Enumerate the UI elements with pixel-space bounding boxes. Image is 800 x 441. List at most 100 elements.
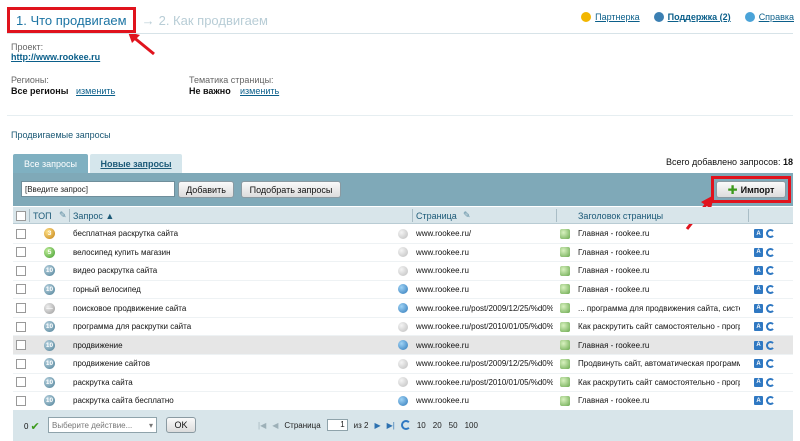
tab-all-queries[interactable]: Все запросы xyxy=(13,154,88,173)
row-checkbox[interactable] xyxy=(16,303,26,314)
project-url-link[interactable]: http://www.rookee.ru xyxy=(11,52,100,62)
checkmark-icon[interactable]: ✔ xyxy=(30,420,39,433)
row-checkbox-cell xyxy=(16,395,26,406)
edit-text-icon[interactable]: A xyxy=(754,377,763,387)
page-number-input[interactable]: 1 xyxy=(326,419,348,431)
row-checkbox[interactable] xyxy=(16,321,26,332)
refresh-icon[interactable] xyxy=(766,303,775,313)
refresh-icon[interactable] xyxy=(766,359,775,369)
partner-link[interactable]: Партнерка xyxy=(581,12,640,22)
table-row[interactable]: 3 бесплатная раскрутка сайта www.rookee.ru… xyxy=(13,225,793,244)
row-checkbox[interactable] xyxy=(16,377,26,388)
first-page-icon[interactable]: |◀ xyxy=(258,421,266,430)
globe-icon[interactable] xyxy=(398,284,408,295)
step-2-how[interactable]: 2. Как продвигаем xyxy=(159,13,268,28)
table-row[interactable]: 10 раскрутка сайта бесплатно www.rookee.ru… xyxy=(13,392,793,411)
row-checkbox[interactable] xyxy=(16,247,26,258)
plus-icon: ✚ xyxy=(727,182,738,197)
globe-icon[interactable] xyxy=(398,358,408,369)
edit-text-icon[interactable]: A xyxy=(754,303,763,313)
check-icon[interactable] xyxy=(560,395,570,406)
check-icon[interactable] xyxy=(560,303,570,314)
add-button[interactable]: Добавить xyxy=(178,181,234,198)
table-row[interactable]: 10 программа для раскрутки сайта www.rooke… xyxy=(13,318,793,337)
row-checkbox[interactable] xyxy=(16,228,26,239)
last-page-icon[interactable]: ▶| xyxy=(387,421,395,430)
edit-icon[interactable]: ✎ xyxy=(463,207,471,224)
edit-text-icon[interactable]: A xyxy=(754,340,763,350)
toolbar: Добавить Подобрать запросы ✚ Импорт xyxy=(13,173,793,206)
edit-text-icon[interactable]: A xyxy=(754,229,763,239)
table-row[interactable]: 10 раскрутка сайта www.rookee.ru/post/2010… xyxy=(13,373,793,393)
globe-icon[interactable] xyxy=(398,228,408,239)
col-top[interactable]: ТОП xyxy=(33,207,52,224)
help-link[interactable]: Справка xyxy=(744,12,794,22)
import-button[interactable]: ✚ Импорт xyxy=(716,181,786,198)
edit-text-icon[interactable]: A xyxy=(754,266,763,276)
table-row[interactable]: 10 продвижение сайтов www.rookee.ru/post/2… xyxy=(13,355,793,374)
tab-new-queries[interactable]: Новые запросы xyxy=(90,154,182,173)
prev-page-icon[interactable]: ◀ xyxy=(272,421,278,430)
action-select[interactable]: Выберите действие... ▾ xyxy=(48,417,157,433)
page-size-option[interactable]: 10 xyxy=(417,421,426,430)
row-checkbox[interactable] xyxy=(16,284,26,295)
check-icon[interactable] xyxy=(560,247,570,258)
table-row[interactable]: 10 горный велосипед www.rookee.ru Главная -… xyxy=(13,281,793,300)
table-row[interactable]: 10 видео раскрутка сайта www.rookee.ru Глав… xyxy=(13,262,793,281)
refresh-icon[interactable] xyxy=(400,420,411,430)
globe-icon[interactable] xyxy=(398,395,408,406)
edit-text-icon[interactable]: A xyxy=(754,396,763,406)
row-checkbox[interactable] xyxy=(16,340,26,351)
table-row[interactable]: — поисковое продвижение сайта www.rookee.r… xyxy=(13,299,793,318)
globe-icon[interactable] xyxy=(398,303,408,314)
edit-text-icon[interactable]: A xyxy=(754,359,763,369)
edit-text-icon[interactable]: A xyxy=(754,322,763,332)
edit-text-icon[interactable]: A xyxy=(754,247,763,257)
page-sizes: 10 20 50 100 xyxy=(417,421,478,430)
table-row[interactable]: 5 велосипед купить магазин www.rookee.ru Гл… xyxy=(13,244,793,263)
check-icon[interactable] xyxy=(560,358,570,369)
row-checkbox[interactable] xyxy=(16,358,26,369)
check-icon[interactable] xyxy=(560,377,570,388)
refresh-icon[interactable] xyxy=(766,322,775,332)
refresh-icon[interactable] xyxy=(766,229,775,239)
globe-icon[interactable] xyxy=(398,377,408,388)
check-icon[interactable] xyxy=(560,321,570,332)
table-row[interactable]: 10 продвижение www.rookee.ru Главная - rook… xyxy=(13,336,793,355)
refresh-icon[interactable] xyxy=(766,266,775,276)
ok-button[interactable]: OK xyxy=(166,417,196,433)
page-status-cell xyxy=(398,377,408,388)
refresh-icon[interactable] xyxy=(766,284,775,294)
col-page[interactable]: Страница xyxy=(416,207,457,224)
query-input[interactable] xyxy=(21,181,175,197)
select-all-checkbox[interactable] xyxy=(16,210,26,221)
pick-queries-button[interactable]: Подобрать запросы xyxy=(241,181,341,198)
page-size-option[interactable]: 20 xyxy=(433,421,442,430)
check-icon[interactable] xyxy=(560,265,570,276)
globe-icon[interactable] xyxy=(398,247,408,258)
globe-icon[interactable] xyxy=(398,321,408,332)
col-query[interactable]: Запрос ▲ xyxy=(73,207,114,224)
col-page-title[interactable]: Заголовок страницы xyxy=(578,207,663,224)
regions-change-link[interactable]: изменить xyxy=(76,86,115,96)
check-icon[interactable] xyxy=(560,340,570,351)
check-icon[interactable] xyxy=(560,228,570,239)
edit-icon[interactable]: ✎ xyxy=(59,207,67,224)
page-size-option[interactable]: 100 xyxy=(465,421,478,430)
title-status-cell xyxy=(560,247,570,258)
next-page-icon[interactable]: ▶ xyxy=(374,421,380,430)
refresh-icon[interactable] xyxy=(766,340,775,350)
globe-icon[interactable] xyxy=(398,265,408,276)
step-1-what[interactable]: 1. Что продвигаем xyxy=(7,7,136,33)
refresh-icon[interactable] xyxy=(766,247,775,257)
support-link[interactable]: Поддержка (2) xyxy=(653,12,731,22)
row-checkbox[interactable] xyxy=(16,395,26,406)
edit-text-icon[interactable]: A xyxy=(754,284,763,294)
refresh-icon[interactable] xyxy=(766,396,775,406)
row-checkbox[interactable] xyxy=(16,265,26,276)
globe-icon[interactable] xyxy=(398,340,408,351)
theme-change-link[interactable]: изменить xyxy=(240,86,279,96)
check-icon[interactable] xyxy=(560,284,570,295)
refresh-icon[interactable] xyxy=(766,377,775,387)
page-size-option[interactable]: 50 xyxy=(449,421,458,430)
